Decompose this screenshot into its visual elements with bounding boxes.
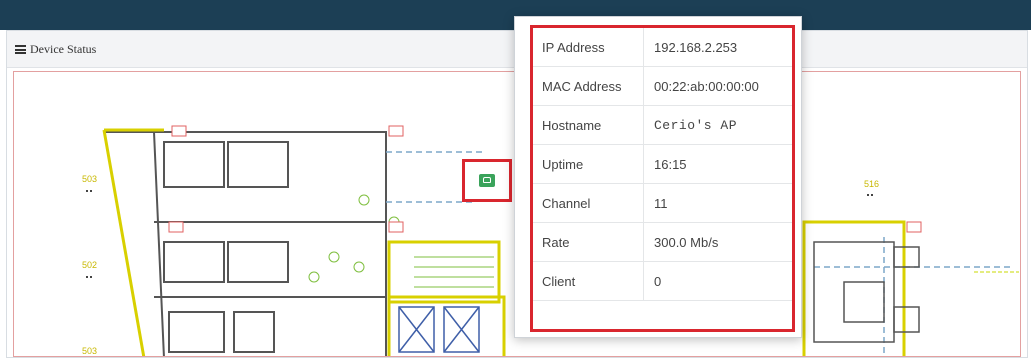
info-value: 0	[654, 274, 662, 289]
info-row-rate: Rate 300.0 Mb/s	[533, 223, 792, 262]
info-label: Hostname	[542, 118, 602, 133]
info-row-uptime: Uptime 16:15	[533, 145, 792, 184]
info-value: 11	[654, 196, 668, 211]
info-label: Uptime	[542, 157, 584, 172]
room-label: 516	[864, 179, 879, 189]
info-value: 00:22:ab:00:00:00	[654, 79, 759, 94]
info-value: 192.168.2.253	[654, 40, 738, 55]
info-value: Cerio's AP	[654, 118, 738, 133]
room-label: 503	[82, 346, 97, 356]
list-icon	[15, 45, 26, 54]
panel-title: Device Status	[15, 42, 96, 57]
info-label: IP Address	[542, 40, 605, 55]
info-row-ip: IP Address 192.168.2.253	[533, 28, 792, 67]
info-label: Client	[542, 274, 576, 289]
device-info-table: IP Address 192.168.2.253 MAC Address 00:…	[530, 25, 795, 332]
access-point-marker[interactable]	[462, 159, 512, 202]
router-icon[interactable]	[479, 174, 495, 187]
info-row-mac: MAC Address 00:22:ab:00:00:00	[533, 67, 792, 106]
room-label: 503	[82, 174, 97, 184]
info-row-client: Client 0	[533, 262, 792, 301]
info-row-hostname: Hostname Cerio's AP	[533, 106, 792, 145]
info-value: 300.0 Mb/s	[654, 235, 719, 250]
info-value: 16:15	[654, 157, 687, 172]
panel-title-text: Device Status	[30, 42, 97, 56]
info-label: MAC Address	[542, 79, 622, 94]
info-row-channel: Channel 11	[533, 184, 792, 223]
room-label: 502	[82, 260, 97, 270]
device-info-popup: IP Address 192.168.2.253 MAC Address 00:…	[514, 16, 802, 338]
info-label: Channel	[542, 196, 591, 211]
info-label: Rate	[542, 235, 570, 250]
